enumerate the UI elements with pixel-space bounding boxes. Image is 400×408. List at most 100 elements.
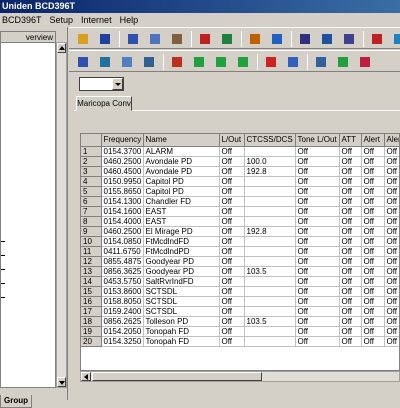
open-folder-button[interactable]	[75, 31, 91, 47]
table-cell[interactable]: Off	[384, 216, 399, 227]
table-row[interactable]: 14 0453.5750 SaltRvrIndFD Off Off Off Off Off	[81, 276, 399, 287]
table-cell[interactable]: Off	[295, 326, 340, 337]
table-cell[interactable]: SaltRvrIndFD	[143, 276, 220, 287]
table-cell[interactable]: 0855.4875	[101, 256, 144, 267]
table-cell[interactable]: Off	[295, 306, 340, 317]
table-cell[interactable]: 0154.4000	[101, 216, 144, 227]
table-cell[interactable]: 0460.2500	[101, 226, 144, 237]
table-cell[interactable]: Off	[339, 146, 362, 157]
table-cell[interactable]: Off	[361, 336, 385, 347]
column-header[interactable]: Tone L/Out	[295, 134, 340, 147]
cut-button[interactable]	[125, 31, 141, 47]
table-cell[interactable]: Off	[339, 306, 362, 317]
chevron-down-icon[interactable]	[112, 78, 123, 90]
table-cell[interactable]: Off	[219, 316, 245, 327]
table-cell[interactable]: Off	[219, 296, 245, 307]
table-row[interactable]: 17 0159.2400 SCTSDL Off Off Off Off Off	[81, 306, 399, 317]
table-cell[interactable]: Off	[295, 246, 340, 257]
sort-za-button[interactable]	[357, 54, 373, 70]
tree-node[interactable]	[1, 283, 5, 284]
tree-node[interactable]	[1, 255, 5, 256]
table-row[interactable]: 7 0154.1600 EAST Off Off Off Off Off	[81, 206, 399, 217]
table-cell[interactable]: 0154.0850	[101, 236, 144, 247]
table-cell[interactable]: Off	[219, 276, 245, 287]
table-cell[interactable]: Off	[339, 326, 362, 337]
table-cell[interactable]: 0154.2050	[101, 326, 144, 337]
table-cell[interactable]: 0153.8600	[101, 286, 144, 297]
column-header[interactable]: CTCSS/DCS	[244, 134, 296, 147]
table-cell[interactable]: Off	[295, 216, 340, 227]
column-header[interactable]: ATT	[339, 134, 362, 147]
table-cell[interactable]: Off	[339, 156, 362, 167]
table-row[interactable]: 6 0154.1300 Chandler FD Off Off Off Off Off	[81, 196, 399, 207]
table-cell[interactable]	[244, 286, 296, 297]
move-button[interactable]	[191, 54, 207, 70]
table-cell[interactable]: EAST	[143, 216, 220, 227]
new-group-button[interactable]	[97, 54, 113, 70]
table-cell[interactable]	[244, 306, 296, 317]
table-cell[interactable]	[244, 146, 296, 157]
tab-maricopa-conv[interactable]: Maricopa Conv	[76, 96, 132, 111]
column-header[interactable]: Alert	[361, 134, 385, 147]
table-cell[interactable]: Off	[219, 226, 245, 237]
scroll-up-button[interactable]	[57, 43, 66, 53]
group-button[interactable]	[341, 31, 357, 47]
table-cell[interactable]	[244, 276, 296, 287]
table-cell[interactable]: 0460.2500	[101, 156, 144, 167]
table-cell[interactable]: 0155.8650	[101, 186, 144, 197]
table-cell[interactable]: Avondale PD	[143, 156, 220, 167]
table-cell[interactable]: 0453.5750	[101, 276, 144, 287]
table-cell[interactable]: Off	[339, 246, 362, 257]
table-cell[interactable]: 0154.1600	[101, 206, 144, 217]
table-cell[interactable]: Off	[384, 286, 399, 297]
table-cell[interactable]: Off	[339, 206, 362, 217]
table-cell[interactable]: Tonopah FD	[143, 326, 220, 337]
table-cell[interactable]: ALARM	[143, 146, 220, 157]
table-cell[interactable]: Off	[361, 276, 385, 287]
copy-button[interactable]	[147, 31, 163, 47]
table-cell[interactable]: Capitol PD	[143, 176, 220, 187]
table-cell[interactable]: Off	[295, 176, 340, 187]
table-cell[interactable]	[244, 326, 296, 337]
table-cell[interactable]: Off	[219, 196, 245, 207]
table-cell[interactable]: Off	[361, 186, 385, 197]
table-row[interactable]: 15 0153.8600 SCTSDL Off Off Off Off Off	[81, 286, 399, 297]
table-row[interactable]: 18 0856.2625 Tolleson PD Off 103.5 Off Off Off O…	[81, 316, 399, 327]
table-cell[interactable]: FtMcdlndFD	[143, 236, 220, 247]
table-cell[interactable]: 100.0	[244, 156, 296, 167]
table-cell[interactable]: 0856.3625	[101, 266, 144, 277]
write-button[interactable]	[391, 31, 400, 47]
table-cell[interactable]: Off	[219, 236, 245, 247]
table-cell[interactable]: Off	[219, 306, 245, 317]
delete-button[interactable]	[197, 31, 213, 47]
table-cell[interactable]: Off	[219, 156, 245, 167]
arrow-down-button[interactable]	[213, 54, 229, 70]
table-cell[interactable]	[244, 206, 296, 217]
table-cell[interactable]	[244, 296, 296, 307]
table-cell[interactable]: Off	[219, 256, 245, 267]
table-cell[interactable]: Off	[384, 176, 399, 187]
table-cell[interactable]: Off	[295, 296, 340, 307]
group-tab[interactable]: Group	[0, 395, 32, 408]
table-cell[interactable]: Off	[339, 236, 362, 247]
table-cell[interactable]: Off	[361, 316, 385, 327]
table-cell[interactable]: Off	[219, 186, 245, 197]
table-cell[interactable]: Off	[361, 166, 385, 177]
view-selector-dropdown[interactable]	[79, 77, 124, 91]
table-cell[interactable]: Off	[339, 166, 362, 177]
paste-button[interactable]	[169, 31, 185, 47]
table-row[interactable]: 8 0154.4000 EAST Off Off Off Off Off	[81, 216, 399, 227]
table-row[interactable]: 10 0154.0850 FtMcdlndFD Off Off Off Off Off	[81, 236, 399, 247]
table-cell[interactable]: Avondale PD	[143, 166, 220, 177]
scroll-down-button[interactable]	[57, 377, 66, 387]
table-cell[interactable]	[244, 256, 296, 267]
table-cell[interactable]: EAST	[143, 206, 220, 217]
table-cell[interactable]: 0154.3250	[101, 336, 144, 347]
menu-bcd396t[interactable]: BCD396T	[0, 13, 46, 27]
tree-node[interactable]	[1, 241, 5, 242]
table-cell[interactable]: 0460.4500	[101, 166, 144, 177]
table-cell[interactable]: 0154.1300	[101, 196, 144, 207]
scanner-button[interactable]	[219, 31, 235, 47]
table-cell[interactable]: Off	[339, 226, 362, 237]
system-button[interactable]	[319, 31, 335, 47]
